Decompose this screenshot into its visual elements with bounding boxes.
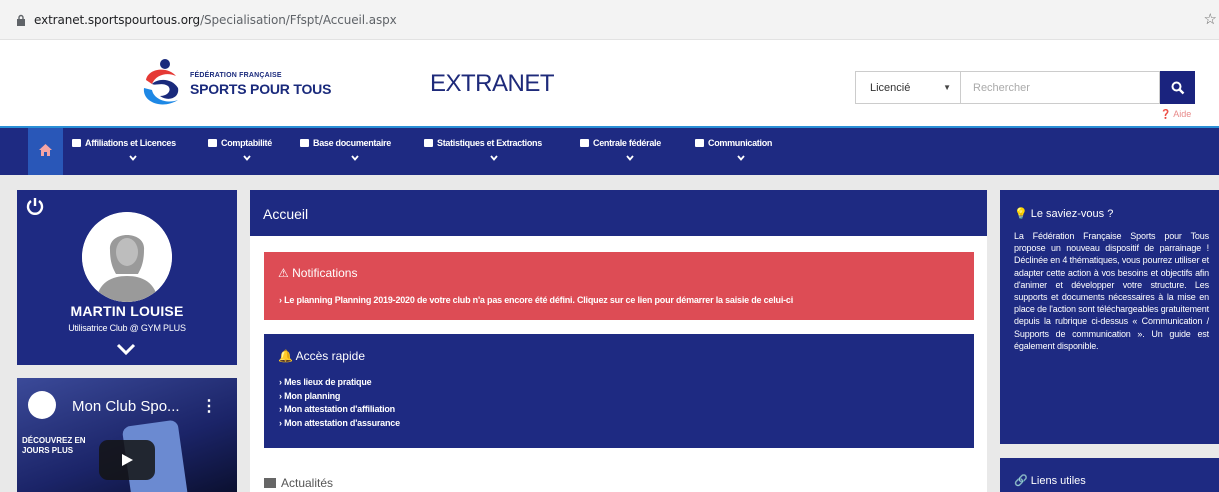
useful-links-box: 🔗 Liens utiles: [1000, 458, 1219, 492]
did-you-know-box: 💡 Le saviez-vous ? La Fédération Françai…: [1000, 190, 1219, 444]
link-icon: 🔗: [1014, 475, 1028, 487]
search-scope-value: Licencié: [870, 82, 911, 94]
user-silhouette-icon: [82, 212, 172, 302]
search-scope-select[interactable]: Licencié ▼: [855, 71, 960, 104]
folder-icon: [300, 139, 309, 147]
notification-link[interactable]: › Le planning Planning 2019-2020 de votr…: [279, 295, 793, 305]
power-icon[interactable]: [25, 196, 45, 216]
search-button[interactable]: [1160, 71, 1195, 104]
search-icon: [1171, 81, 1185, 95]
nav-home[interactable]: [28, 128, 63, 175]
federation-logo[interactable]: FÉDÉRATION FRANÇAISE SPORTS POUR TOUS: [138, 58, 338, 108]
news-title-label: Actualités: [281, 476, 334, 490]
nav-item-affiliations[interactable]: Affiliations et Licences: [72, 138, 194, 172]
main-nav: Affiliations et Licences Comptabilité Ba…: [0, 126, 1219, 175]
chevron-right-icon: ›: [279, 390, 282, 401]
nav-item-label: Centrale fédérale: [593, 138, 661, 148]
user-icon: [72, 139, 81, 147]
envelope-icon: [695, 139, 704, 147]
quick-link[interactable]: › Mes lieux de pratique: [279, 376, 400, 390]
chevron-down-icon: [490, 155, 498, 161]
nav-item-label: Statistiques et Extractions: [437, 138, 542, 148]
avatar: [82, 212, 172, 302]
profile-role: Utilisatrice Club @ GYM PLUS: [68, 323, 186, 333]
quick-access-title: 🔔 Accès rapide: [278, 349, 365, 363]
chevron-down-icon[interactable]: [116, 342, 136, 356]
quick-link[interactable]: › Mon attestation d'affiliation: [279, 403, 400, 417]
did-you-know-title: 💡 Le saviez-vous ?: [1014, 207, 1113, 220]
bar-chart-icon: [424, 139, 433, 147]
nav-item-label: Affiliations et Licences: [85, 138, 176, 148]
search-input[interactable]: [960, 71, 1160, 104]
quick-link-label: Mon attestation d'assurance: [284, 417, 400, 428]
url-host: extranet.sportspourtous.org: [34, 13, 201, 27]
chevron-down-icon: [243, 155, 251, 161]
notification-message: Le planning Planning 2019-2020 de votre …: [284, 295, 794, 305]
newspaper-icon: [264, 478, 276, 488]
nav-item-communication[interactable]: Communication: [695, 138, 787, 172]
nav-item-statistiques[interactable]: Statistiques et Extractions: [424, 138, 564, 172]
page-title: Accueil: [263, 206, 309, 222]
logo-emblem-icon: [143, 59, 179, 105]
video-player[interactable]: Mon Club Spo... ⋮ DÉCOUVREZ EN JOURS PLU…: [17, 378, 237, 492]
quick-access-title-label: Accès rapide: [295, 349, 365, 363]
quick-access-list: › Mes lieux de pratique › Mon planning ›…: [279, 376, 400, 430]
logo-line2: SPORTS POUR TOUS: [190, 81, 332, 97]
nav-item-label: Base documentaire: [313, 138, 391, 148]
notifications-title: ⚠ Notifications: [278, 266, 357, 280]
profile-name: MARTIN LOUISE: [70, 303, 184, 319]
browser-url[interactable]: extranet.sportspourtous.org/Specialisati…: [34, 13, 397, 27]
notifications-box: ⚠ Notifications › Le planning Planning 2…: [264, 252, 974, 320]
did-you-know-title-label: Le saviez-vous ?: [1030, 208, 1114, 220]
calendar-icon: [580, 139, 589, 147]
profile-card: MARTIN LOUISE Utilisatrice Club @ GYM PL…: [17, 190, 237, 365]
useful-links-title-label: Liens utiles: [1030, 475, 1086, 487]
nav-item-base-documentaire[interactable]: Base documentaire: [300, 138, 410, 172]
search-bar: Licencié ▼: [855, 71, 1195, 104]
useful-links-title[interactable]: 🔗 Liens utiles: [1014, 474, 1086, 487]
more-options-icon[interactable]: ⋮: [201, 396, 217, 416]
channel-logo[interactable]: [28, 391, 56, 419]
logo-line1: FÉDÉRATION FRANÇAISE: [190, 72, 282, 79]
nav-item-label: Communication: [708, 138, 773, 148]
home-icon: [39, 144, 52, 156]
chevron-down-icon: [626, 155, 634, 161]
play-button[interactable]: [99, 440, 155, 480]
chevron-right-icon: ›: [279, 404, 282, 414]
chevron-down-icon: [129, 155, 137, 161]
bookmark-star-icon[interactable]: ☆: [1204, 10, 1217, 28]
chevron-down-icon: [351, 155, 359, 161]
calculator-icon: [208, 139, 217, 147]
chevron-down-icon: [737, 155, 745, 161]
nav-item-centrale-federale[interactable]: Centrale fédérale: [580, 138, 680, 172]
quick-link-label: Mon planning: [284, 390, 341, 401]
lock-icon: [17, 14, 25, 26]
video-title[interactable]: Mon Club Spo...: [72, 398, 180, 415]
warning-icon: ⚠: [278, 266, 289, 280]
bell-icon: 🔔: [278, 349, 293, 363]
lightbulb-icon: 💡: [1014, 208, 1028, 220]
quick-link[interactable]: › Mon attestation d'assurance: [279, 417, 400, 431]
caret-down-icon: ▼: [943, 83, 951, 92]
page-header: Accueil: [250, 190, 987, 236]
help-link[interactable]: ❓ Aide: [1160, 109, 1191, 120]
help-icon: ❓: [1160, 109, 1172, 119]
news-section-title: Actualités: [264, 476, 333, 490]
site-title: EXTRANET: [430, 70, 555, 97]
chevron-right-icon: ›: [279, 377, 282, 387]
chevron-right-icon: ›: [279, 417, 282, 428]
nav-item-label: Comptabilité: [221, 138, 272, 148]
browser-address-bar[interactable]: extranet.sportspourtous.org/Specialisati…: [0, 0, 1219, 40]
help-label: Aide: [1173, 109, 1192, 119]
quick-access-box: 🔔 Accès rapide › Mes lieux de pratique ›…: [264, 334, 974, 448]
url-path: /Specialisation/Ffspt/Accueil.aspx: [200, 13, 397, 27]
chevron-right-icon: ›: [279, 295, 282, 305]
quick-link-label: Mon attestation d'affiliation: [284, 404, 395, 414]
notifications-title-label: Notifications: [292, 266, 358, 280]
quick-link-label: Mes lieux de pratique: [284, 377, 372, 387]
nav-item-comptabilite[interactable]: Comptabilité: [208, 138, 286, 172]
did-you-know-text: La Fédération Française Sports pour Tous…: [1014, 231, 1209, 351]
play-icon: [122, 454, 133, 466]
quick-link[interactable]: › Mon planning: [279, 390, 400, 404]
